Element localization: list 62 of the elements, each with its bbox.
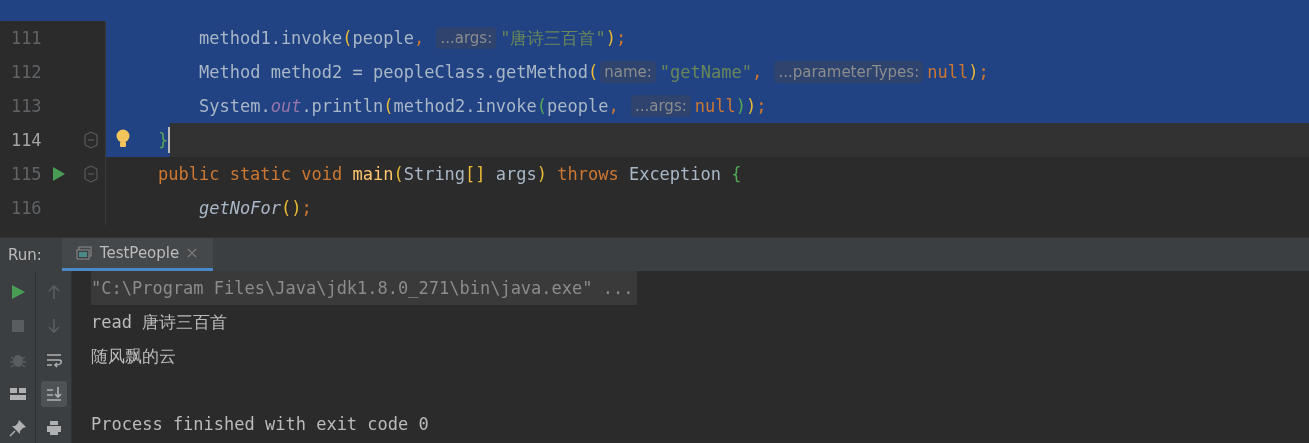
code-punct: , (413, 28, 426, 48)
line-number: 116 (9, 198, 42, 218)
code-keyword: public static void (158, 164, 343, 184)
code-text: method2.invoke (393, 96, 537, 116)
code-punct: , (608, 96, 620, 116)
code-bracket: ) (745, 96, 757, 116)
line-number: 113 (9, 96, 42, 116)
code-text: Method method2 = peopleClass.getMethod (199, 62, 588, 82)
code-call: getNoFor (199, 198, 281, 218)
code-bracket: ) (968, 62, 979, 82)
run-label: Run: (7, 244, 43, 266)
code-text: people (547, 96, 609, 116)
code-bracket: ) (536, 164, 547, 184)
code-keyword: throws (556, 164, 619, 184)
scroll-to-end-icon[interactable] (40, 381, 67, 407)
code-text: people (352, 28, 414, 48)
code-bracket: ( (587, 62, 599, 82)
parameter-hint: name: (600, 61, 656, 83)
run-tab[interactable]: TestPeople (61, 238, 214, 271)
code-bracket: ) (605, 28, 616, 48)
code-text: .println (301, 96, 384, 116)
code-field: out (270, 96, 302, 116)
run-icon[interactable] (52, 166, 67, 182)
parameter-hint: ...args: (630, 95, 691, 117)
console-output: 随风飘的云 (91, 344, 176, 368)
code-keyword: null (927, 62, 969, 82)
console-output: Process finished with exit code 0 (91, 413, 429, 436)
code-bracket: } (158, 130, 169, 150)
code-bracket: ( (393, 164, 404, 184)
line-number: 111 (9, 28, 42, 48)
code-punct: ; (616, 28, 627, 48)
code-method-name: main (351, 164, 394, 184)
fold-icon[interactable] (84, 165, 99, 183)
code-text: Exception (627, 164, 722, 184)
fold-icon[interactable] (84, 131, 99, 149)
parameter-hint: ...args: (436, 27, 497, 49)
line-number: 112 (9, 62, 42, 82)
code-bracket: { (730, 164, 742, 184)
code-text: args (494, 164, 537, 184)
code-text: method1.invoke (199, 28, 343, 48)
lightbulb-icon[interactable] (115, 129, 131, 149)
code-punct: ; (756, 96, 767, 116)
line-number: 115 (9, 164, 42, 184)
code-bracket: ( (383, 96, 394, 116)
code-punct: ; (978, 62, 989, 82)
console-command: "C:\Program Files\Java\jdk1.8.0_271\bin\java.exe" ... (91, 271, 638, 305)
code-bracket: () (280, 198, 302, 218)
code-bracket: [] (465, 164, 486, 184)
code-bracket: ( (536, 96, 548, 116)
code-punct: ; (301, 198, 312, 218)
line-number: 114 (9, 130, 42, 150)
code-bracket: ) (735, 96, 746, 116)
code-bracket: ( (342, 28, 353, 48)
close-icon[interactable] (187, 248, 198, 258)
code-text: System. (199, 96, 271, 116)
code-text: String (403, 164, 466, 184)
console-output: read 唐诗三百首 (91, 310, 228, 334)
code-keyword: null (694, 96, 736, 116)
code-string: "getName" (659, 62, 752, 82)
code-punct: , (751, 62, 764, 82)
parameter-hint: ...parameterTypes: (774, 61, 924, 83)
console-icon (75, 246, 92, 260)
